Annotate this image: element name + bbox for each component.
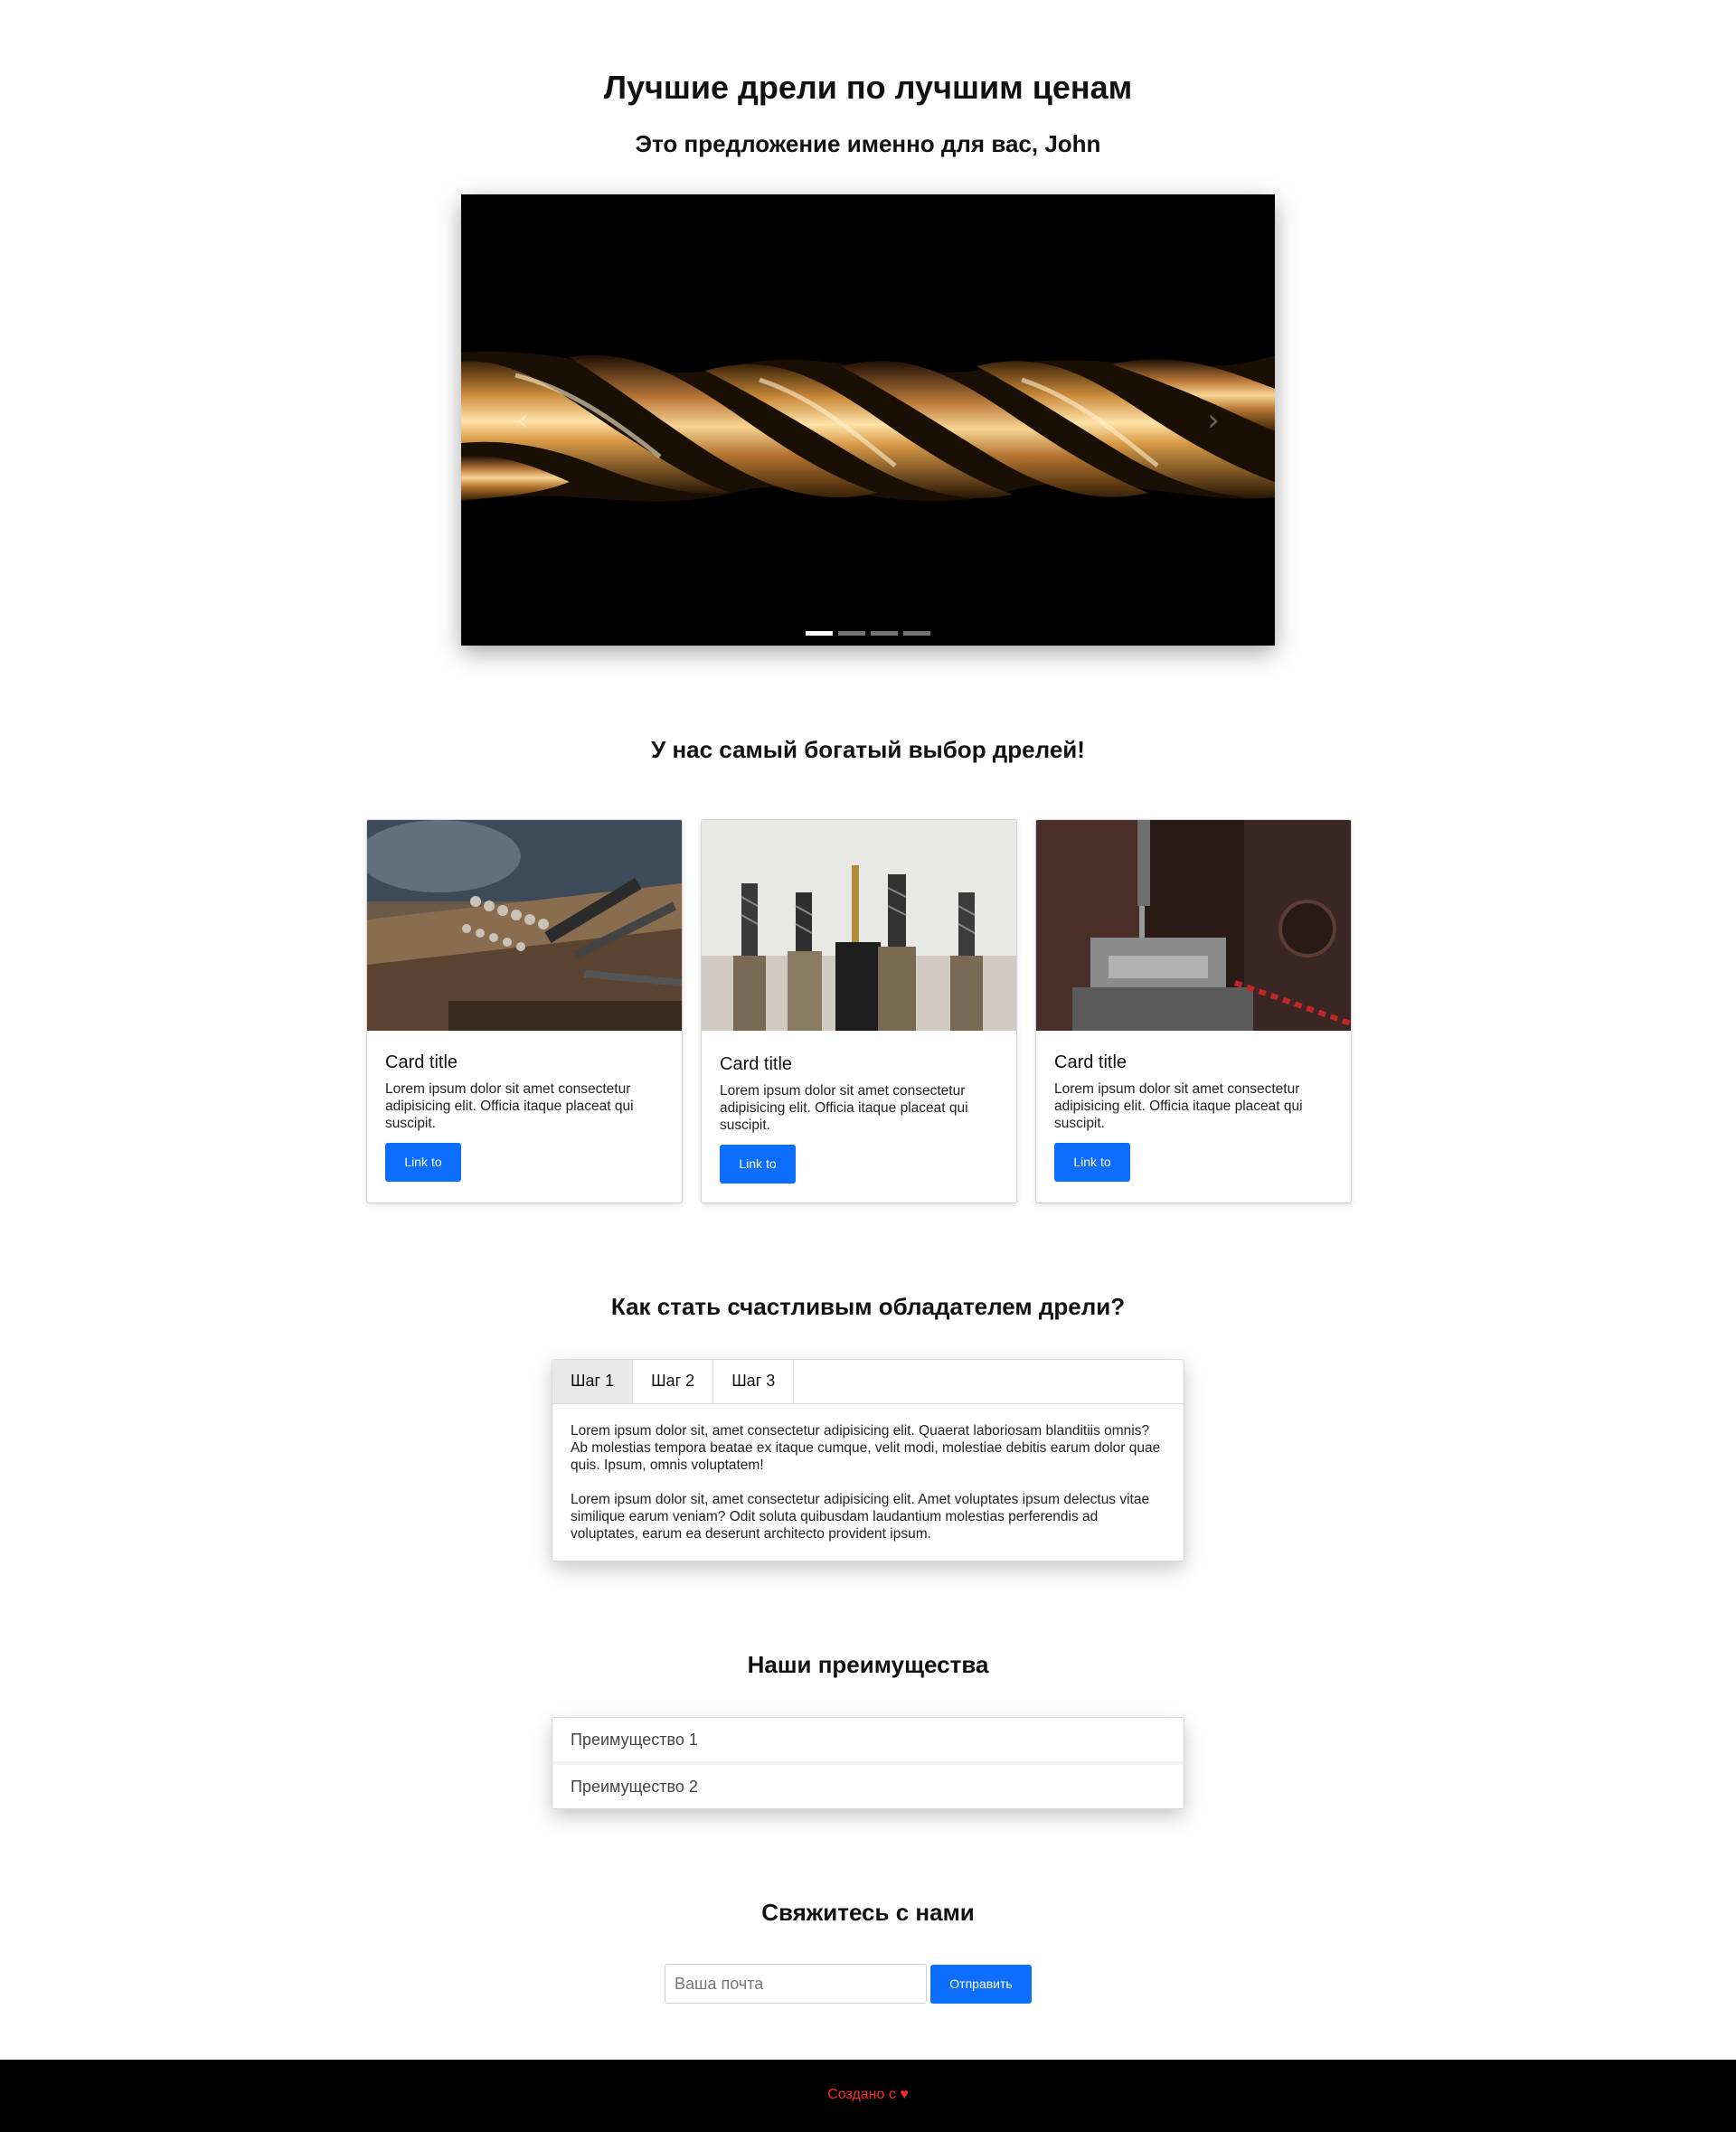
tab-step-2[interactable]: Шаг 2	[633, 1360, 714, 1403]
tab-step-1[interactable]: Шаг 1	[552, 1360, 634, 1403]
hero-carousel[interactable]: ‹ ›	[461, 194, 1275, 646]
card-link-button[interactable]: Link to	[385, 1143, 461, 1182]
footer-text: Создано с	[827, 2087, 896, 2102]
steps-heading: Как стать счастливым обладателем дрели?	[610, 1293, 1126, 1320]
heart-icon: ♥	[900, 2087, 909, 2102]
chevron-left-icon: ‹	[516, 402, 529, 439]
tab-step-3[interactable]: Шаг 3	[713, 1360, 795, 1403]
carousel-indicator-1[interactable]	[806, 631, 833, 636]
card-image-drill-bits	[702, 820, 1016, 1031]
card-title: Card title	[385, 1052, 458, 1072]
tab-content: Lorem ipsum dolor sit, amet consectetur …	[552, 1404, 1184, 1542]
advantages-list: Преимущество 1 Преимущество 2	[552, 1717, 1184, 1809]
tab-paragraph-2: Lorem ipsum dolor sit, amet consectetur …	[571, 1492, 1150, 1542]
card-link-button[interactable]: Link to	[1054, 1143, 1130, 1182]
advantage-item-1[interactable]: Преимущество 1	[552, 1718, 1184, 1761]
product-cards: Card title Lorem ipsum dolor sit amet co…	[366, 819, 1352, 1203]
drill-bit-image	[461, 194, 1275, 646]
advantages-heading: Наши преимущества	[747, 1651, 989, 1678]
carousel-indicator-4[interactable]	[903, 631, 930, 636]
carousel-indicator-3[interactable]	[871, 631, 898, 636]
product-card: Card title Lorem ipsum dolor sit amet co…	[1035, 819, 1352, 1203]
tab-paragraph-1: Lorem ipsum dolor sit, amet consectetur …	[571, 1423, 1161, 1473]
email-field[interactable]	[665, 1964, 927, 2004]
page: Лучшие дрели по лучшим ценам Это предлож…	[0, 0, 1736, 2132]
footer: Создано с ♥	[0, 2060, 1736, 2132]
products-heading: У нас самый богатый выбор дрелей!	[651, 736, 1085, 763]
card-body: Card title Lorem ipsum dolor sit amet co…	[720, 1054, 1000, 1184]
card-image-drill-press	[1036, 820, 1351, 1031]
card-text: Lorem ipsum dolor sit amet consectetur a…	[720, 1083, 968, 1133]
card-body: Card title Lorem ipsum dolor sit amet co…	[385, 1052, 665, 1182]
product-card: Card title Lorem ipsum dolor sit amet co…	[366, 819, 683, 1203]
tab-bar: Шаг 1 Шаг 2 Шаг 3	[552, 1360, 1184, 1404]
carousel-indicators	[461, 631, 1275, 637]
page-title: Лучшие дрели по лучшим ценам	[603, 69, 1133, 106]
steps-tabs: Шаг 1 Шаг 2 Шаг 3 Lorem ipsum dolor sit,…	[552, 1359, 1184, 1561]
card-body: Card title Lorem ipsum dolor sit amet co…	[1054, 1052, 1335, 1182]
advantage-item-2[interactable]: Преимущество 2	[552, 1765, 1184, 1808]
submit-button[interactable]: Отправить	[930, 1965, 1032, 2004]
card-text: Lorem ipsum dolor sit amet consectetur a…	[385, 1081, 634, 1131]
footer-credit: Создано с ♥	[827, 2087, 909, 2103]
carousel-next-button[interactable]: ›	[1195, 402, 1231, 439]
page-subtitle: Это предложение именно для вас, John	[635, 130, 1101, 157]
contact-heading: Свяжитесь с нами	[761, 1899, 975, 1926]
contact-form: Отправить	[665, 1964, 1071, 2005]
product-card: Card title Lorem ipsum dolor sit amet co…	[701, 819, 1017, 1203]
card-title: Card title	[1054, 1052, 1127, 1072]
carousel-prev-button[interactable]: ‹	[505, 402, 541, 439]
carousel-indicator-2[interactable]	[838, 631, 865, 636]
chevron-right-icon: ›	[1207, 402, 1220, 439]
card-link-button[interactable]: Link to	[720, 1145, 796, 1184]
card-title: Card title	[720, 1054, 793, 1074]
card-image-tools	[367, 820, 682, 1031]
card-text: Lorem ipsum dolor sit amet consectetur a…	[1054, 1081, 1303, 1131]
